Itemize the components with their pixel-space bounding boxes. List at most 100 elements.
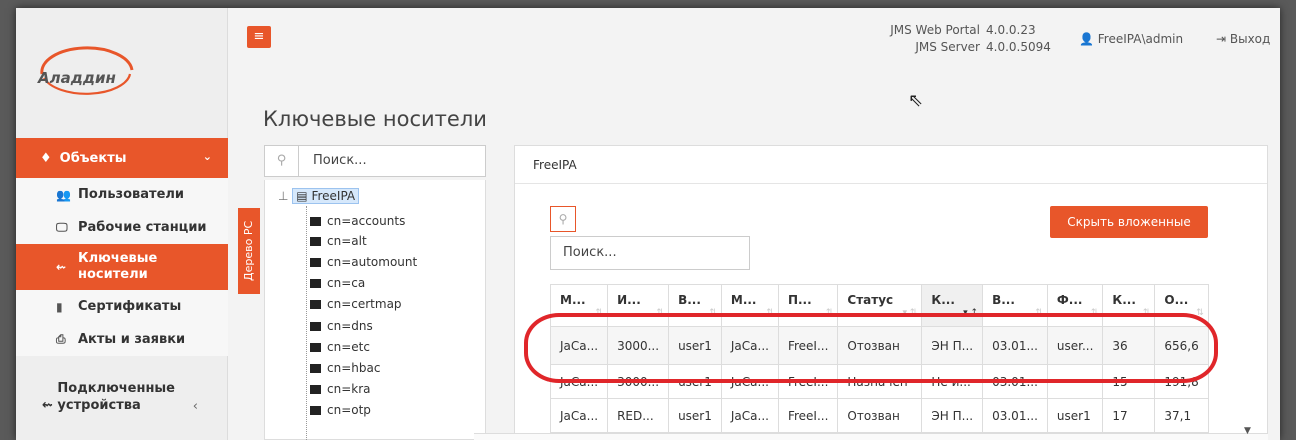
menu-toggle-button[interactable]: ≡ — [247, 26, 271, 48]
tree-node-label: cn=certmap — [327, 297, 402, 311]
table-cell: 656,6 — [1154, 326, 1209, 365]
tree-node[interactable]: cn=dns — [310, 319, 373, 333]
logout-label: Выход — [1229, 32, 1271, 46]
carriers-table: М... ⇅ И... ⇅ В... ⇅ М... ⇅ П... ⇅ Статус ▾ ⇅ … — [549, 284, 1209, 433]
sidebar: Аладдин ♦ Объекты ⌄ 👥 Пользователи 🖵 Раб… — [16, 8, 228, 440]
folder-icon — [310, 300, 321, 309]
tree-root-label: FreeIPA — [311, 189, 356, 203]
table-search-input[interactable]: Поиск... — [550, 236, 750, 270]
logo-text: Аладдин — [38, 69, 116, 87]
table-cell: JaCa... — [720, 398, 779, 433]
column-label: В... — [992, 293, 1015, 307]
tree-node[interactable]: cn=ca — [310, 276, 365, 290]
table-cell: 3000... — [607, 364, 670, 399]
sort-icon: ⇅ — [595, 308, 604, 318]
tree-node[interactable]: cn=hbac — [310, 361, 380, 375]
sidebar-item-label: Сертификаты — [78, 299, 182, 314]
table-cell: 17 — [1102, 398, 1156, 433]
server-label: JMS Server — [915, 40, 980, 54]
tree-node-label: cn=etc — [327, 340, 370, 354]
column-header[interactable]: И... ⇅ — [607, 284, 670, 327]
column-header[interactable]: О... ⇅ — [1154, 284, 1209, 327]
table-cell: JaCa... — [549, 326, 609, 365]
table-cell: JaCa... — [720, 364, 779, 399]
certificate-icon: ▮ — [56, 299, 63, 314]
column-label: В... — [678, 293, 701, 307]
usb-icon: ⇜ — [56, 260, 67, 274]
table-cell: RED... — [607, 398, 670, 433]
table-row[interactable]: JaCa... 3000... user1 JaCa... FreeI... Н… — [549, 364, 1209, 399]
table-row[interactable]: JaCa... RED... user1 JaCa... FreeI... От… — [549, 398, 1209, 433]
table-cell: 15 — [1102, 364, 1156, 399]
tree-root-node[interactable]: ⊥ ▤ FreeIPA — [278, 188, 360, 204]
table-cell: 03.01... — [982, 364, 1048, 399]
sidebar-item-objects[interactable]: ♦ Объекты ⌄ — [16, 138, 228, 178]
column-label: К... — [931, 293, 955, 307]
tree-expander[interactable]: ⊥ — [278, 189, 288, 203]
sidebar-item-certificates[interactable]: ▮ Сертификаты — [16, 290, 228, 323]
folder-icon — [310, 385, 321, 394]
column-header[interactable]: Ф... ⇅ — [1046, 284, 1104, 327]
table-row[interactable]: JaCa... 3000... user1 JaCa... FreeI... О… — [549, 326, 1209, 365]
column-label: И... — [617, 293, 641, 307]
printer-icon: ⎙ — [56, 332, 66, 346]
tree-node[interactable]: cn=accounts — [310, 214, 405, 228]
table-cell: JaCa... — [720, 326, 779, 365]
tree-toggle-tab[interactable]: Дерево РС — [238, 208, 260, 294]
sidebar-item-workstations[interactable]: 🖵 Рабочие станции — [16, 211, 228, 244]
search-icon[interactable]: ⚲ — [550, 206, 576, 232]
folder-icon — [310, 258, 321, 267]
folder-icon — [310, 322, 321, 331]
tree-node[interactable]: cn=kra — [310, 382, 371, 396]
sort-icon: ⇅ — [1035, 308, 1043, 318]
sidebar-item-devices[interactable]: ⇜ Подключенные устройства ‹ — [16, 368, 228, 414]
tree-node[interactable]: cn=otp — [310, 403, 371, 417]
column-label: П... — [787, 293, 812, 307]
user-menu[interactable]: 👤 FreeIPA\admin — [1079, 32, 1183, 46]
users-icon: 👥 — [56, 187, 71, 202]
hide-nested-button[interactable]: Скрыть вложенные — [1050, 206, 1208, 238]
sidebar-submenu: 👥 Пользователи 🖵 Рабочие станции ⇜ Ключе… — [16, 178, 228, 356]
horizontal-scrollbar[interactable] — [474, 433, 1268, 440]
column-header[interactable]: В... ⇅ — [668, 284, 722, 327]
tree-search-placeholder: Поиск... — [313, 153, 367, 168]
logout-link[interactable]: ⇥ Выход — [1216, 32, 1270, 46]
folder-icon — [310, 237, 321, 246]
sidebar-item-users[interactable]: 👥 Пользователи — [16, 178, 228, 211]
tree-node[interactable]: cn=automount — [310, 255, 417, 269]
server-version: 4.0.0.5094 — [986, 40, 1051, 54]
table-cell: ЭН П... — [921, 326, 984, 365]
panel-title: FreeIPA — [515, 146, 1267, 184]
column-header[interactable]: К... ▾ ↑ — [921, 284, 984, 327]
column-header[interactable]: В... ⇅ — [982, 284, 1048, 327]
sidebar-item-key-carriers[interactable]: ⇜ Ключевые носители — [16, 244, 228, 290]
chevron-left-icon: ‹ — [192, 399, 198, 414]
column-header[interactable]: К... ⇅ — [1102, 284, 1156, 327]
sidebar-item-label: Рабочие станции — [78, 220, 207, 235]
column-header[interactable]: М... ⇅ — [549, 284, 609, 327]
column-header[interactable]: П... ⇅ — [777, 284, 839, 327]
table-cell: FreeI... — [777, 398, 839, 433]
user-name: FreeIPA\admin — [1097, 32, 1184, 46]
table-cell — [1046, 364, 1104, 399]
sidebar-item-label: Подключенные устройства — [57, 381, 175, 413]
tree-node[interactable]: cn=etc — [310, 340, 370, 354]
table-cell: user1 — [668, 326, 722, 365]
column-label: М... — [730, 293, 757, 307]
sort-icon: ⇅ — [656, 308, 665, 318]
tree-search[interactable]: ⚲ Поиск... — [264, 145, 486, 177]
hamburger-icon: ≡ — [253, 29, 265, 44]
table-cell: 03.01... — [982, 326, 1048, 365]
table-cell: JaCa... — [549, 364, 609, 399]
column-header[interactable]: М... ⇅ — [720, 284, 779, 327]
column-label: Статус — [847, 293, 894, 307]
tree-node-label: cn=accounts — [327, 214, 406, 228]
scroll-down-icon[interactable]: ▼ — [1244, 426, 1251, 436]
sidebar-item-acts[interactable]: ⎙ Акты и заявки — [16, 323, 228, 356]
column-header[interactable]: Статус ▾ ⇅ — [837, 284, 923, 327]
user-icon: 👤 — [1079, 32, 1098, 46]
tree-node[interactable]: cn=certmap — [310, 297, 402, 311]
table-cell: FreeI... — [777, 364, 839, 399]
tree-node[interactable]: cn=alt — [310, 234, 367, 248]
tree-node-label: cn=automount — [327, 255, 418, 269]
